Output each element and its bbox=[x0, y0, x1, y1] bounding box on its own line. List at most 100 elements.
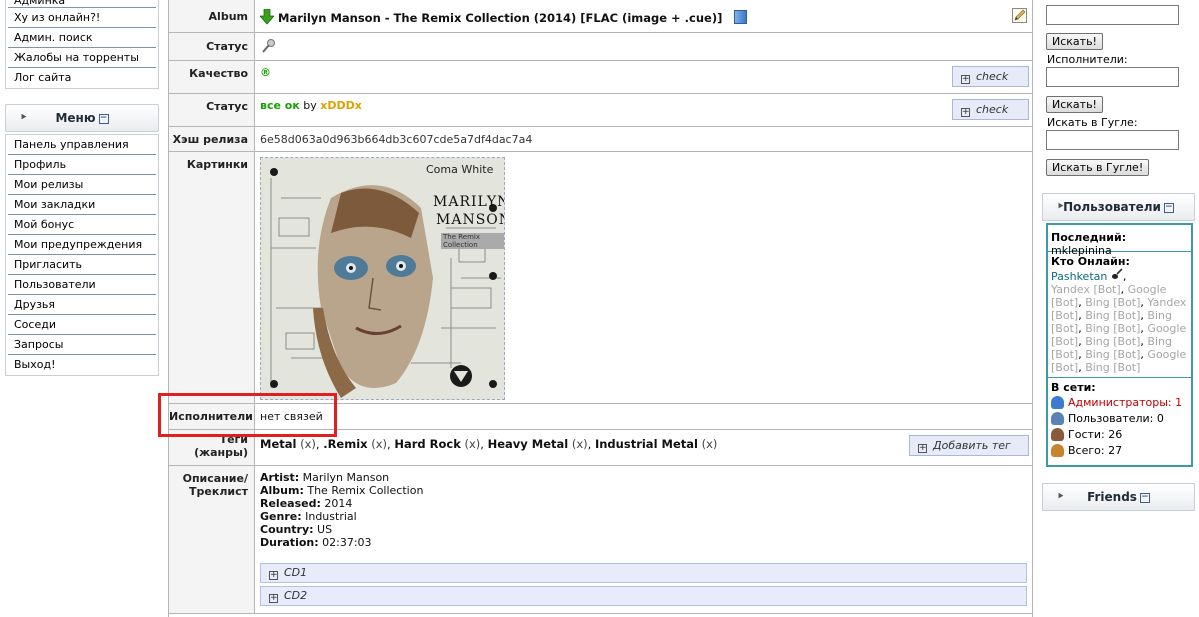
pictures-label: Картинки bbox=[169, 152, 255, 403]
status-row-2: Статус все ок by xDDDx + check bbox=[169, 94, 1033, 127]
user-icon bbox=[1051, 411, 1064, 425]
menu-item-users[interactable]: Пользователи bbox=[8, 275, 156, 295]
desc-line: Album: The Remix Collection bbox=[260, 484, 1027, 497]
menu-item-requests[interactable]: Запросы bbox=[8, 335, 156, 355]
tag-remove[interactable]: (x) bbox=[572, 437, 588, 451]
tag-link[interactable]: Heavy Metal bbox=[488, 437, 569, 451]
admin-link-2[interactable]: Админ. поиск bbox=[8, 28, 156, 48]
bookmark-icon[interactable] bbox=[733, 10, 747, 24]
tag-link[interactable]: Hard Rock bbox=[394, 437, 461, 451]
menu-item-my-releases[interactable]: Мои релизы bbox=[8, 175, 156, 195]
last-user-label: Последний: bbox=[1051, 231, 1127, 244]
bot-link[interactable]: Yandex [Bot] bbox=[1051, 283, 1121, 296]
quality-label: Качество bbox=[169, 61, 255, 93]
tag-remove[interactable]: (x) bbox=[702, 437, 718, 451]
users-header[interactable]: ⯈ Пользователи − bbox=[1042, 193, 1195, 221]
who-online-label: Кто Онлайн: bbox=[1051, 255, 1130, 268]
tag-link[interactable]: Metal bbox=[260, 437, 296, 451]
bot-link[interactable]: Bing [Bot] bbox=[1085, 348, 1140, 361]
menu-title: Меню bbox=[55, 111, 96, 125]
desc-value: US bbox=[317, 523, 333, 536]
google-search-button[interactable]: Искать в Гугле! bbox=[1046, 159, 1150, 176]
status-user-link[interactable]: xDDDx bbox=[320, 99, 362, 112]
quality-value: ® bbox=[260, 66, 271, 79]
search-button[interactable]: Искать! bbox=[1046, 33, 1103, 50]
spoiler-cd2[interactable]: + CD2 bbox=[260, 586, 1027, 606]
quality-row: Качество ® + check bbox=[169, 61, 1033, 94]
desc-value: The Remix Collection bbox=[307, 484, 424, 497]
download-arrow-icon[interactable] bbox=[259, 8, 275, 25]
collapse-icon[interactable]: − bbox=[98, 113, 109, 124]
collapse-icon[interactable]: − bbox=[1163, 202, 1174, 213]
total-icon bbox=[1051, 443, 1064, 457]
desc-line: Duration: 02:37:03 bbox=[260, 536, 1027, 549]
desc-line: Genre: Industrial bbox=[260, 510, 1027, 523]
menu-header[interactable]: ⯈ Меню − bbox=[5, 104, 159, 132]
desc-value: Industrial bbox=[305, 510, 357, 523]
search-input[interactable] bbox=[1046, 5, 1179, 25]
admin-link-4[interactable]: Лог сайта bbox=[8, 68, 156, 88]
drag-arrow-icon: ⯈ bbox=[1057, 492, 1065, 502]
check-button-quality[interactable]: + check bbox=[952, 66, 1029, 87]
menu-item-neighbors[interactable]: Соседи bbox=[8, 315, 156, 335]
status-value-1 bbox=[260, 38, 1027, 57]
admin-link-1[interactable]: Ху из онлайн?! bbox=[8, 8, 156, 28]
network-label: В сети: bbox=[1051, 381, 1096, 394]
stat-guests: Гости: 26 bbox=[1068, 427, 1123, 441]
desc-key: Album: bbox=[260, 484, 304, 497]
tag-remove[interactable]: (x) bbox=[300, 437, 316, 451]
bot-link[interactable]: Bing [Bot] bbox=[1085, 309, 1140, 322]
status-row-1: Статус bbox=[169, 33, 1033, 61]
performers-search-input[interactable] bbox=[1046, 67, 1179, 87]
drag-arrow-icon: ⯈ bbox=[20, 113, 28, 123]
cover-band-line2: MANSON bbox=[436, 212, 505, 228]
pictures-row: Картинки Coma White MARILYN MANSON The R… bbox=[169, 152, 1033, 404]
menu-item-bookmarks[interactable]: Мои закладки bbox=[8, 195, 156, 215]
admin-links-block: Админка Ху из онлайн?! Админ. поиск Жало… bbox=[5, 0, 159, 89]
menu-item-invite[interactable]: Пригласить bbox=[8, 255, 156, 275]
status-label-2: Статус bbox=[169, 94, 255, 126]
desc-line: Released: 2014 bbox=[260, 497, 1027, 510]
tag-link[interactable]: Industrial Metal bbox=[595, 437, 698, 451]
cover-subtitle: The Remix Collection bbox=[441, 233, 504, 249]
users-panel: Последний: mklepinina Кто Онлайн: Pashke… bbox=[1046, 223, 1193, 467]
menu-item-friends[interactable]: Друзья bbox=[8, 295, 156, 315]
bot-link[interactable]: Bing [Bot] bbox=[1085, 296, 1140, 309]
performers-search-label: Исполнители: bbox=[1047, 53, 1128, 66]
tag-remove[interactable]: (x) bbox=[465, 437, 481, 451]
bot-link[interactable]: Bing [Bot] bbox=[1085, 361, 1140, 374]
highlight-box bbox=[158, 393, 337, 437]
spoiler-cd1[interactable]: + CD1 bbox=[260, 563, 1027, 583]
status-ok-text: все ок bbox=[260, 99, 300, 112]
google-search-input[interactable] bbox=[1046, 130, 1179, 150]
collapse-icon[interactable]: − bbox=[1139, 492, 1150, 503]
description-row: Описание/ Треклист Artist: Marilyn Manso… bbox=[169, 466, 1033, 614]
menu-item-profile[interactable]: Профиль bbox=[8, 155, 156, 175]
tag-link[interactable]: .Remix bbox=[323, 437, 367, 451]
users-title: Пользователи bbox=[1063, 200, 1161, 214]
status-by-text: by bbox=[303, 99, 317, 112]
desc-key: Country: bbox=[260, 523, 314, 536]
menu-item-bonus[interactable]: Мой бонус bbox=[8, 215, 156, 235]
bot-link[interactable]: Bing [Bot] bbox=[1085, 322, 1140, 335]
add-tag-button[interactable]: + Добавить тег bbox=[909, 435, 1029, 456]
admin-link-0[interactable]: Админка bbox=[8, 0, 156, 8]
bot-link[interactable]: Bing [Bot] bbox=[1085, 335, 1140, 348]
menu-item-control-panel[interactable]: Панель управления bbox=[8, 135, 156, 155]
album-title[interactable]: Marilyn Manson - The Remix Collection (2… bbox=[278, 11, 722, 25]
online-user-link[interactable]: Pashketan bbox=[1051, 270, 1107, 283]
performers-search-button[interactable]: Искать! bbox=[1046, 96, 1103, 113]
check-button-status[interactable]: + check bbox=[952, 99, 1029, 120]
cover-heading: Coma White bbox=[426, 163, 494, 176]
friends-header[interactable]: ⯈ Friends − bbox=[1042, 483, 1195, 511]
main-menu: Панель управления Профиль Мои релизы Мои… bbox=[5, 134, 159, 376]
album-cover-image[interactable]: Coma White MARILYN MANSON The Remix Coll… bbox=[260, 157, 505, 400]
stat-users: Пользователи: 0 bbox=[1068, 411, 1164, 425]
description-text: Artist: Marilyn Manson Album: The Remix … bbox=[260, 471, 1027, 549]
admin-link-3[interactable]: Жалобы на торренты bbox=[8, 48, 156, 68]
menu-item-warnings[interactable]: Мои предупреждения bbox=[8, 235, 156, 255]
edit-icon[interactable] bbox=[1012, 8, 1027, 23]
tag-remove[interactable]: (x) bbox=[371, 437, 387, 451]
desc-key: Genre: bbox=[260, 510, 302, 523]
menu-item-logout[interactable]: Выход! bbox=[8, 355, 156, 375]
